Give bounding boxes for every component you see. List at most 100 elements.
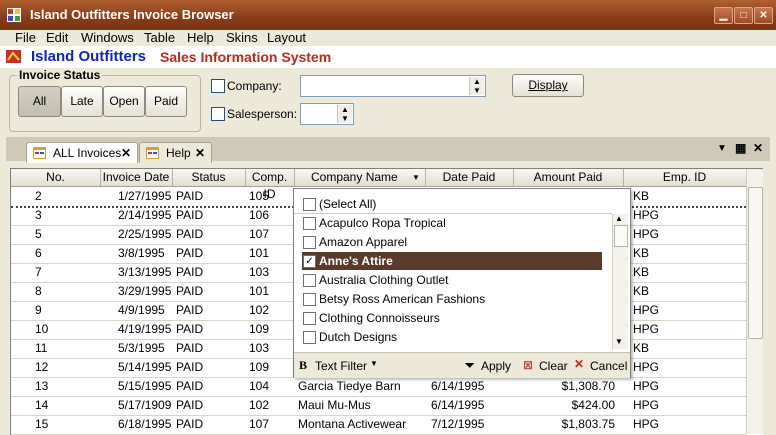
filter-list-item[interactable]: Amazon Apparel — [302, 233, 602, 251]
table-icon — [33, 147, 46, 159]
cancel-button[interactable]: Cancel — [590, 359, 627, 373]
checkbox-icon[interactable] — [303, 198, 316, 211]
close-tab-icon[interactable]: ✕ — [195, 146, 205, 160]
col-invoice-date[interactable]: Invoice Date — [100, 169, 173, 186]
company-combo-spin-icon[interactable]: ▲ ▼ — [469, 77, 484, 95]
filter-popup-footer: B Text Filter ▼ ⏷ Apply ⊠ Clear ✕ Cancel — [294, 352, 630, 378]
table-cell: 2/14/1995 — [118, 208, 172, 222]
checkbox-icon[interactable] — [303, 293, 316, 306]
table-cell: PAID — [176, 284, 204, 298]
table-cell: 9 — [35, 303, 42, 317]
menu-file[interactable]: File — [15, 30, 36, 46]
table-cell: KB — [633, 189, 650, 203]
text-filter-button[interactable]: Text Filter — [315, 359, 367, 373]
clear-button[interactable]: Clear — [539, 359, 568, 373]
col-no[interactable]: No. — [11, 169, 101, 186]
table-cell: 104 — [249, 379, 270, 393]
col-status[interactable]: Status — [172, 169, 246, 186]
text-filter-dropdown-icon[interactable]: ▼ — [370, 359, 378, 368]
filter-list-item[interactable]: Dutch Designs — [302, 328, 602, 346]
table-cell: 8 — [35, 284, 42, 298]
table-cell: PAID — [176, 265, 204, 279]
table-row[interactable]: 14 5/17/1909 PAID 102 Maui Mu-Mus 6/14/1995 $4… — [11, 396, 746, 416]
filter-item-label: Acapulco Ropa Tropical — [319, 216, 446, 230]
table-cell: PAID — [176, 208, 204, 222]
menu-table[interactable]: Table — [144, 30, 175, 46]
close-panel-icon[interactable]: ✕ — [753, 141, 763, 155]
table-cell: HPG — [633, 322, 660, 336]
table-cell: PAID — [176, 417, 204, 431]
salesperson-combo[interactable]: ▲ ▼ — [300, 103, 354, 125]
company-combo[interactable]: ▲ ▼ — [300, 75, 486, 97]
table-cell: HPG — [633, 208, 660, 222]
col-amount-paid[interactable]: Amount Paid — [513, 169, 624, 186]
table-cell: 5/14/1995 — [118, 360, 172, 374]
filter-list-item[interactable]: Betsy Ross American Fashions — [302, 290, 602, 308]
close-icon[interactable]: ✕ — [754, 7, 773, 24]
company-label: Company: — [227, 79, 282, 93]
salesperson-combo-spin-icon[interactable]: ▲ ▼ — [337, 105, 352, 123]
table-cell: KB — [633, 341, 650, 355]
popup-scrollbar[interactable]: ▲ ▼ — [612, 214, 628, 349]
popup-scroll-thumb[interactable] — [614, 225, 628, 247]
menu-skins[interactable]: Skins — [226, 30, 258, 46]
close-tab-icon[interactable]: ✕ — [121, 146, 131, 160]
tab-help[interactable]: Help ✕ — [139, 142, 212, 163]
table-cell: $424.00 — [571, 398, 615, 412]
filter-list-item[interactable]: Australia Clothing Outlet — [302, 271, 602, 289]
tab-list-dropdown-icon[interactable]: ▼ — [717, 143, 727, 154]
logo-icon — [6, 50, 21, 63]
app-header: Island Outfitters Sales Information Syst… — [0, 46, 776, 68]
filter-list-item[interactable]: Acapulco Ropa Tropical — [302, 214, 602, 232]
menu-layout[interactable]: Layout — [267, 30, 306, 46]
table-cell: 1/27/1995 — [118, 189, 172, 203]
salesperson-checkbox[interactable] — [211, 107, 225, 121]
checkbox-icon[interactable] — [303, 217, 316, 230]
scroll-down-icon[interactable]: ▼ — [615, 337, 623, 346]
filter-dropdown-icon[interactable]: ▼ — [412, 169, 420, 186]
checkbox-icon[interactable] — [303, 312, 316, 325]
col-comp-id[interactable]: Comp. ID — [245, 169, 295, 201]
checkbox-icon[interactable] — [303, 331, 316, 344]
menu-windows[interactable]: Windows — [81, 30, 134, 46]
tab-layout-icon[interactable]: ▦ — [735, 141, 746, 155]
minimize-icon[interactable]: ▁ — [714, 7, 733, 24]
maximize-icon[interactable]: □ — [734, 7, 753, 24]
col-emp-id[interactable]: Emp. ID — [623, 169, 746, 186]
table-cell: 6 — [35, 246, 42, 260]
company-checkbox[interactable] — [211, 79, 225, 93]
col-date-paid[interactable]: Date Paid — [425, 169, 514, 186]
status-paid-button[interactable]: Paid — [145, 86, 187, 117]
filter-list-item[interactable]: (Select All) — [302, 195, 602, 213]
tab-all-invoices[interactable]: ALL Invoices ✕ — [26, 142, 138, 163]
table-row[interactable]: 13 5/15/1995 PAID 104 Garcia Tiedye Barn 6/14… — [11, 377, 746, 397]
tab-all-invoices-label: ALL Invoices — [53, 146, 122, 160]
menu-help[interactable]: Help — [187, 30, 214, 46]
table-cell: 101 — [249, 284, 270, 298]
checked-checkbox-icon[interactable]: ✓ — [303, 255, 316, 268]
table-row[interactable]: 15 6/18/1995 PAID 107 Montana Activewear 7/12… — [11, 415, 746, 435]
table-cell: 7 — [35, 265, 42, 279]
table-cell: 103 — [249, 265, 270, 279]
status-late-button[interactable]: Late — [61, 86, 103, 117]
status-open-button[interactable]: Open — [103, 86, 145, 117]
invoice-status-label: Invoice Status — [17, 68, 103, 82]
filter-list-item[interactable]: Clothing Connoisseurs — [302, 309, 602, 327]
table-cell: 5/15/1995 — [118, 379, 172, 393]
scroll-thumb[interactable] — [748, 187, 763, 339]
grid-vertical-scrollbar[interactable] — [746, 169, 763, 434]
display-button[interactable]: Display — [512, 74, 584, 97]
table-cell: 14 — [35, 398, 49, 412]
apply-button[interactable]: Apply — [481, 359, 511, 373]
checkbox-icon[interactable] — [303, 274, 316, 287]
checkbox-icon[interactable] — [303, 236, 316, 249]
table-cell: 109 — [249, 360, 270, 374]
table-cell: PAID — [176, 360, 204, 374]
status-all-button[interactable]: All — [18, 86, 61, 117]
scroll-up-icon[interactable]: ▲ — [615, 214, 623, 223]
col-company-name[interactable]: Company Name ▼ — [294, 169, 426, 186]
table-icon — [146, 147, 159, 159]
filter-list-item[interactable]: ✓ Anne's Attire — [302, 252, 602, 270]
menu-edit[interactable]: Edit — [46, 30, 68, 46]
filter-item-label: (Select All) — [319, 197, 377, 211]
